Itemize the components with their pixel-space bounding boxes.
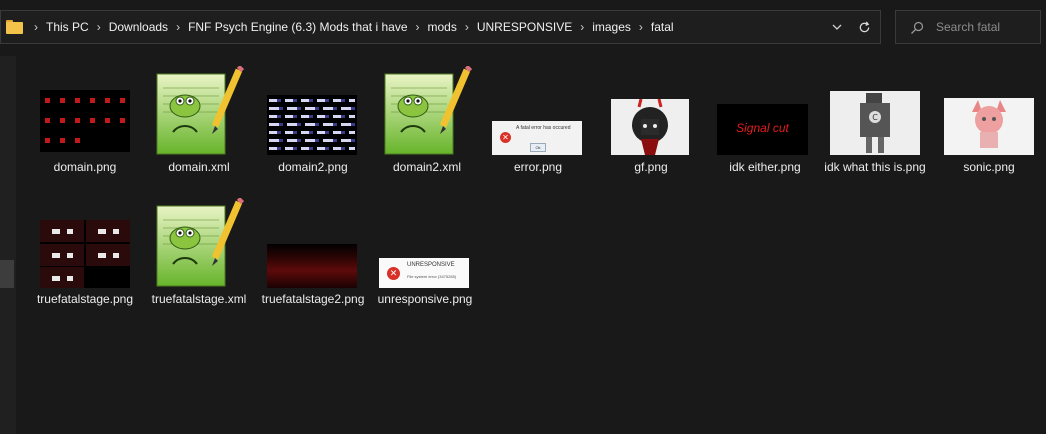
image-thumbnail: Signal cut	[709, 66, 821, 156]
breadcrumb: › This PC › Downloads › FNF Psych Engine…	[27, 11, 675, 43]
folder-icon	[6, 20, 23, 34]
error-x-icon: ✕	[387, 267, 400, 280]
file-item-domain2-xml[interactable]: domain2.xml	[371, 66, 483, 175]
breadcrumb-this-pc[interactable]: This PC	[45, 20, 90, 34]
file-item-truefatalstage2-png[interactable]: truefatalstage2.png	[257, 198, 369, 307]
image-thumbnail	[595, 66, 707, 156]
chevron-right-icon[interactable]: ›	[90, 20, 108, 34]
chevron-right-icon[interactable]: ›	[27, 20, 45, 34]
file-name: truefatalstage.png	[36, 292, 134, 306]
error-x-icon: ✕	[500, 132, 511, 143]
file-name: idk what this is.png	[824, 160, 926, 174]
image-thumbnail: C	[819, 66, 931, 156]
file-item-error-png[interactable]: ✕ A fatal error has occured Ok error.png	[482, 66, 594, 175]
file-item-gf-png[interactable]: gf.png	[595, 66, 707, 175]
file-name: truefatalstage.xml	[151, 292, 247, 306]
image-thumbnail: ✕ UNRESPONSIVE File system error (347528…	[369, 198, 481, 288]
search-placeholder: Search fatal	[936, 20, 1001, 34]
address-history-dropdown[interactable]	[826, 11, 848, 43]
chevron-right-icon[interactable]: ›	[169, 20, 187, 34]
svg-text:C: C	[872, 113, 878, 122]
image-thumbnail: ✕ A fatal error has occured Ok	[482, 66, 594, 156]
breadcrumb-fatal[interactable]: fatal	[650, 20, 675, 34]
chevron-right-icon[interactable]: ›	[458, 20, 476, 34]
navigation-pane[interactable]	[0, 56, 16, 434]
file-item-domain-png[interactable]: domain.png	[29, 66, 141, 175]
thumb-signal-text: Signal cut	[736, 121, 789, 135]
breadcrumb-fnf-psych-engine[interactable]: FNF Psych Engine (6.3) Mods that i have	[187, 20, 408, 34]
file-name: domain.xml	[168, 160, 230, 174]
address-bar[interactable]: › This PC › Downloads › FNF Psych Engine…	[0, 10, 881, 44]
file-name: domain2.png	[278, 160, 348, 174]
image-thumbnail	[29, 66, 141, 156]
file-name: truefatalstage2.png	[261, 292, 365, 306]
file-name: gf.png	[634, 160, 668, 174]
file-name: domain2.xml	[392, 160, 462, 174]
file-item-truefatalstage-png[interactable]: truefatalstage.png	[29, 198, 141, 307]
file-item-idk-either-png[interactable]: Signal cut idk either.png	[709, 66, 821, 175]
breadcrumb-images[interactable]: images	[591, 20, 632, 34]
image-thumbnail	[257, 198, 369, 288]
file-name: domain.png	[53, 160, 117, 174]
chevron-down-icon	[832, 24, 842, 30]
nav-pane-scroll-thumb[interactable]	[0, 260, 14, 288]
chevron-right-icon[interactable]: ›	[632, 20, 650, 34]
file-item-sonic-png[interactable]: sonic.png	[933, 66, 1045, 175]
file-name: idk either.png	[729, 160, 801, 174]
image-thumbnail	[257, 66, 369, 156]
file-name: sonic.png	[963, 160, 1015, 174]
search-input[interactable]: Search fatal	[895, 10, 1041, 44]
file-item-domain-xml[interactable]: domain.xml	[143, 66, 255, 175]
breadcrumb-mods[interactable]: mods	[427, 20, 458, 34]
thumb-error-text: File system error (3475285)	[407, 274, 457, 279]
file-name: error.png	[513, 160, 563, 174]
file-item-truefatalstage-xml[interactable]: truefatalstage.xml	[143, 198, 255, 307]
notepad-plus-plus-icon	[143, 198, 255, 288]
chevron-right-icon[interactable]: ›	[409, 20, 427, 34]
thumb-ok-button: Ok	[530, 143, 546, 152]
image-thumbnail	[29, 198, 141, 288]
breadcrumb-unresponsive[interactable]: UNRESPONSIVE	[476, 20, 573, 34]
file-item-unresponsive-png[interactable]: ✕ UNRESPONSIVE File system error (347528…	[369, 198, 481, 307]
file-name: unresponsive.png	[377, 292, 473, 306]
file-item-idk-what-this-is-png[interactable]: C idk what this is.png	[819, 66, 931, 175]
chevron-right-icon[interactable]: ›	[573, 20, 591, 34]
notepad-plus-plus-icon	[143, 66, 255, 156]
refresh-button[interactable]	[851, 11, 877, 43]
breadcrumb-downloads[interactable]: Downloads	[108, 20, 169, 34]
thumb-error-text: A fatal error has occured	[516, 125, 571, 131]
image-thumbnail	[933, 66, 1045, 156]
search-icon	[911, 21, 924, 34]
thumb-title-text: UNRESPONSIVE	[407, 262, 455, 268]
refresh-icon	[859, 21, 869, 32]
notepad-plus-plus-icon	[371, 66, 483, 156]
file-item-domain2-png[interactable]: domain2.png	[257, 66, 369, 175]
